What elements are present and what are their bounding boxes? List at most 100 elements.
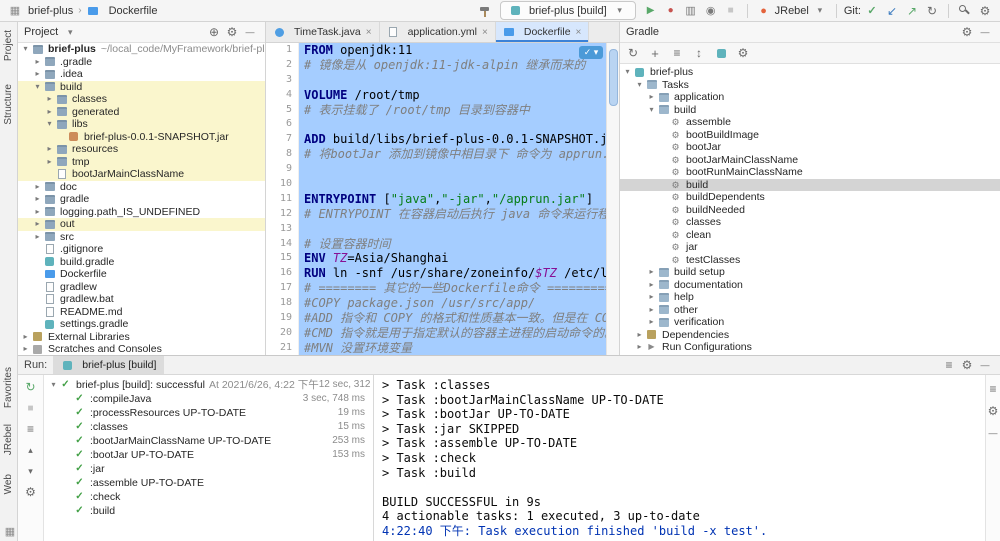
code-line[interactable]: 14# 设置容器时间: [266, 237, 619, 252]
tree-item[interactable]: ▸tmp: [18, 156, 265, 169]
tree-item[interactable]: bootRunMainClassName: [620, 166, 1000, 179]
filter-icon[interactable]: [668, 45, 686, 61]
tree-item[interactable]: ▾brief-plus: [620, 66, 1000, 79]
expand-arrow-icon[interactable]: ▸: [646, 279, 657, 292]
tree-item[interactable]: classes: [620, 216, 1000, 229]
code-line[interactable]: 2# 镜像是从 openjdk:11-jdk-alpin 继承而来的: [266, 58, 619, 73]
expand-arrow-icon[interactable]: ▸: [634, 341, 645, 354]
code-line-text[interactable]: VOLUME /root/tmp: [299, 88, 619, 103]
code-line[interactable]: 10: [266, 177, 619, 192]
target-icon[interactable]: [205, 24, 223, 40]
scrollbar-thumb[interactable]: [609, 49, 618, 106]
line-number[interactable]: 11: [266, 192, 299, 207]
tree-item[interactable]: ▸documentation: [620, 279, 1000, 292]
code-line[interactable]: 16RUN ln -snf /usr/share/zoneinfo/$TZ /e…: [266, 266, 619, 281]
code-line-text[interactable]: #MVN 没置环境变量: [299, 341, 619, 356]
code-line-text[interactable]: ADD build/libs/brief-plus-0.0.1-SNAPSHOT…: [299, 132, 619, 147]
tree-item[interactable]: build.gradle: [18, 256, 265, 269]
tree-item[interactable]: buildDependents: [620, 191, 1000, 204]
tree-item[interactable]: bootBuildImage: [620, 129, 1000, 142]
tree-item[interactable]: ▸help: [620, 291, 1000, 304]
tree-item[interactable]: ▸logging.path_IS_UNDEFINED: [18, 206, 265, 219]
minus-icon[interactable]: [976, 24, 994, 40]
line-number[interactable]: 19: [266, 311, 299, 326]
breadcrumb-project[interactable]: brief-plus: [28, 5, 73, 17]
line-number[interactable]: 6: [266, 117, 299, 132]
line-number[interactable]: 4: [266, 88, 299, 103]
filter-icon[interactable]: [984, 381, 1000, 397]
tree-item[interactable]: .gitignore: [18, 243, 265, 256]
window-grid-icon[interactable]: [6, 3, 24, 19]
run-config-select[interactable]: brief-plus [build]: [500, 1, 636, 20]
refresh-icon[interactable]: [624, 45, 642, 61]
expand-arrow-icon[interactable]: ▸: [44, 143, 55, 156]
collapse-arrow-icon[interactable]: ▾: [44, 118, 55, 131]
build-task-row[interactable]: :assemble UP-TO-DATE: [44, 476, 373, 490]
expand-arrow-icon[interactable]: ▸: [32, 218, 43, 231]
expand-arrow-icon[interactable]: ▸: [44, 156, 55, 169]
stripe-item-jrebel[interactable]: JRebel: [3, 424, 14, 455]
expand-arrow-icon[interactable]: ▸: [634, 329, 645, 342]
down-icon[interactable]: [22, 463, 40, 479]
tree-item[interactable]: README.md: [18, 306, 265, 319]
coverage-icon[interactable]: [682, 3, 700, 19]
code-line-text[interactable]: [299, 162, 619, 177]
build-console[interactable]: > Task :classes> Task :bootJarMainClassN…: [374, 375, 985, 541]
tree-item[interactable]: ▾libs: [18, 118, 265, 131]
code-line[interactable]: 18#COPY package.json /usr/src/app/: [266, 296, 619, 311]
line-number[interactable]: 7: [266, 132, 299, 147]
code-line[interactable]: 15ENV TZ=Asia/Shanghai: [266, 251, 619, 266]
editor-tab-dockerfile[interactable]: Dockerfile: [496, 22, 590, 42]
minus-icon[interactable]: [976, 357, 994, 373]
chevron-icon[interactable]: [811, 3, 829, 19]
collapse-arrow-icon[interactable]: ▾: [20, 43, 31, 56]
rerun-icon[interactable]: [22, 379, 40, 395]
expand-arrow-icon[interactable]: ▸: [44, 106, 55, 119]
tree-item[interactable]: ▸verification: [620, 316, 1000, 329]
gear-icon[interactable]: [22, 484, 40, 500]
code-line-text[interactable]: #CMD 指令就是用于指定默认的容器主进程的启动命令的。: [299, 326, 619, 341]
tree-item[interactable]: ▾Tasks: [620, 79, 1000, 92]
build-task-row[interactable]: :build: [44, 504, 373, 518]
code-line-text[interactable]: RUN ln -snf /usr/share/zoneinfo/$TZ /etc…: [299, 266, 619, 281]
tree-item[interactable]: ▾brief-plus~/local_code/MyFramework/brie…: [18, 43, 265, 56]
search-icon[interactable]: [956, 3, 974, 19]
build-task-row[interactable]: :bootJarMainClassName UP-TO-DATE253 ms: [44, 434, 373, 448]
code-line[interactable]: 17# ======== 其它的一些Dockerfile命令 =========…: [266, 281, 619, 296]
code-line-text[interactable]: # ENTRYPOINT 在容器启动后执行 java 命令来运行程序: [299, 207, 619, 222]
code-line-text[interactable]: [299, 73, 619, 88]
tree-item[interactable]: build: [620, 179, 1000, 192]
filter-icon[interactable]: [22, 421, 40, 437]
line-number[interactable]: 8: [266, 147, 299, 162]
build-task-row[interactable]: ▾brief-plus [build]: successfulAt 2021/6…: [44, 378, 373, 392]
code-line-text[interactable]: [299, 117, 619, 132]
expand-arrow-icon[interactable]: ▸: [20, 331, 31, 344]
line-number[interactable]: 12: [266, 207, 299, 222]
tree-item[interactable]: ▸other: [620, 304, 1000, 317]
line-number[interactable]: 13: [266, 222, 299, 237]
updown-icon[interactable]: [690, 45, 708, 61]
chevron-down-icon[interactable]: [61, 24, 79, 40]
hammer-icon[interactable]: [476, 3, 494, 19]
code-line[interactable]: 11ENTRYPOINT ["java","-jar","/apprun.jar…: [266, 192, 619, 207]
tree-item[interactable]: ▸External Libraries: [18, 331, 265, 344]
expand-arrow-icon[interactable]: ▸: [32, 206, 43, 219]
editor-scrollbar[interactable]: [606, 43, 619, 356]
tree-item[interactable]: ▾build: [18, 81, 265, 94]
build-task-row[interactable]: :bootJar UP-TO-DATE153 ms: [44, 448, 373, 462]
code-line[interactable]: 20#CMD 指令就是用于指定默认的容器主进程的启动命令的。: [266, 326, 619, 341]
debug-icon[interactable]: [662, 3, 680, 19]
run-icon[interactable]: [642, 3, 660, 19]
up-icon[interactable]: [22, 442, 40, 458]
code-line[interactable]: 1FROM openjdk:11: [266, 43, 619, 58]
expand-arrow-icon[interactable]: ▸: [44, 93, 55, 106]
line-number[interactable]: 3: [266, 73, 299, 88]
gear-icon[interactable]: [958, 357, 976, 373]
code-line[interactable]: 12# ENTRYPOINT 在容器启动后执行 java 命令来运行程序: [266, 207, 619, 222]
expand-arrow-icon[interactable]: ▸: [646, 291, 657, 304]
tree-item[interactable]: testClasses: [620, 254, 1000, 267]
code-line-text[interactable]: # ======== 其它的一些Dockerfile命令 ========== …: [299, 281, 619, 296]
line-number[interactable]: 17: [266, 281, 299, 296]
tree-item[interactable]: ▸generated: [18, 106, 265, 119]
tree-item[interactable]: ▸Run Configurations: [620, 341, 1000, 354]
